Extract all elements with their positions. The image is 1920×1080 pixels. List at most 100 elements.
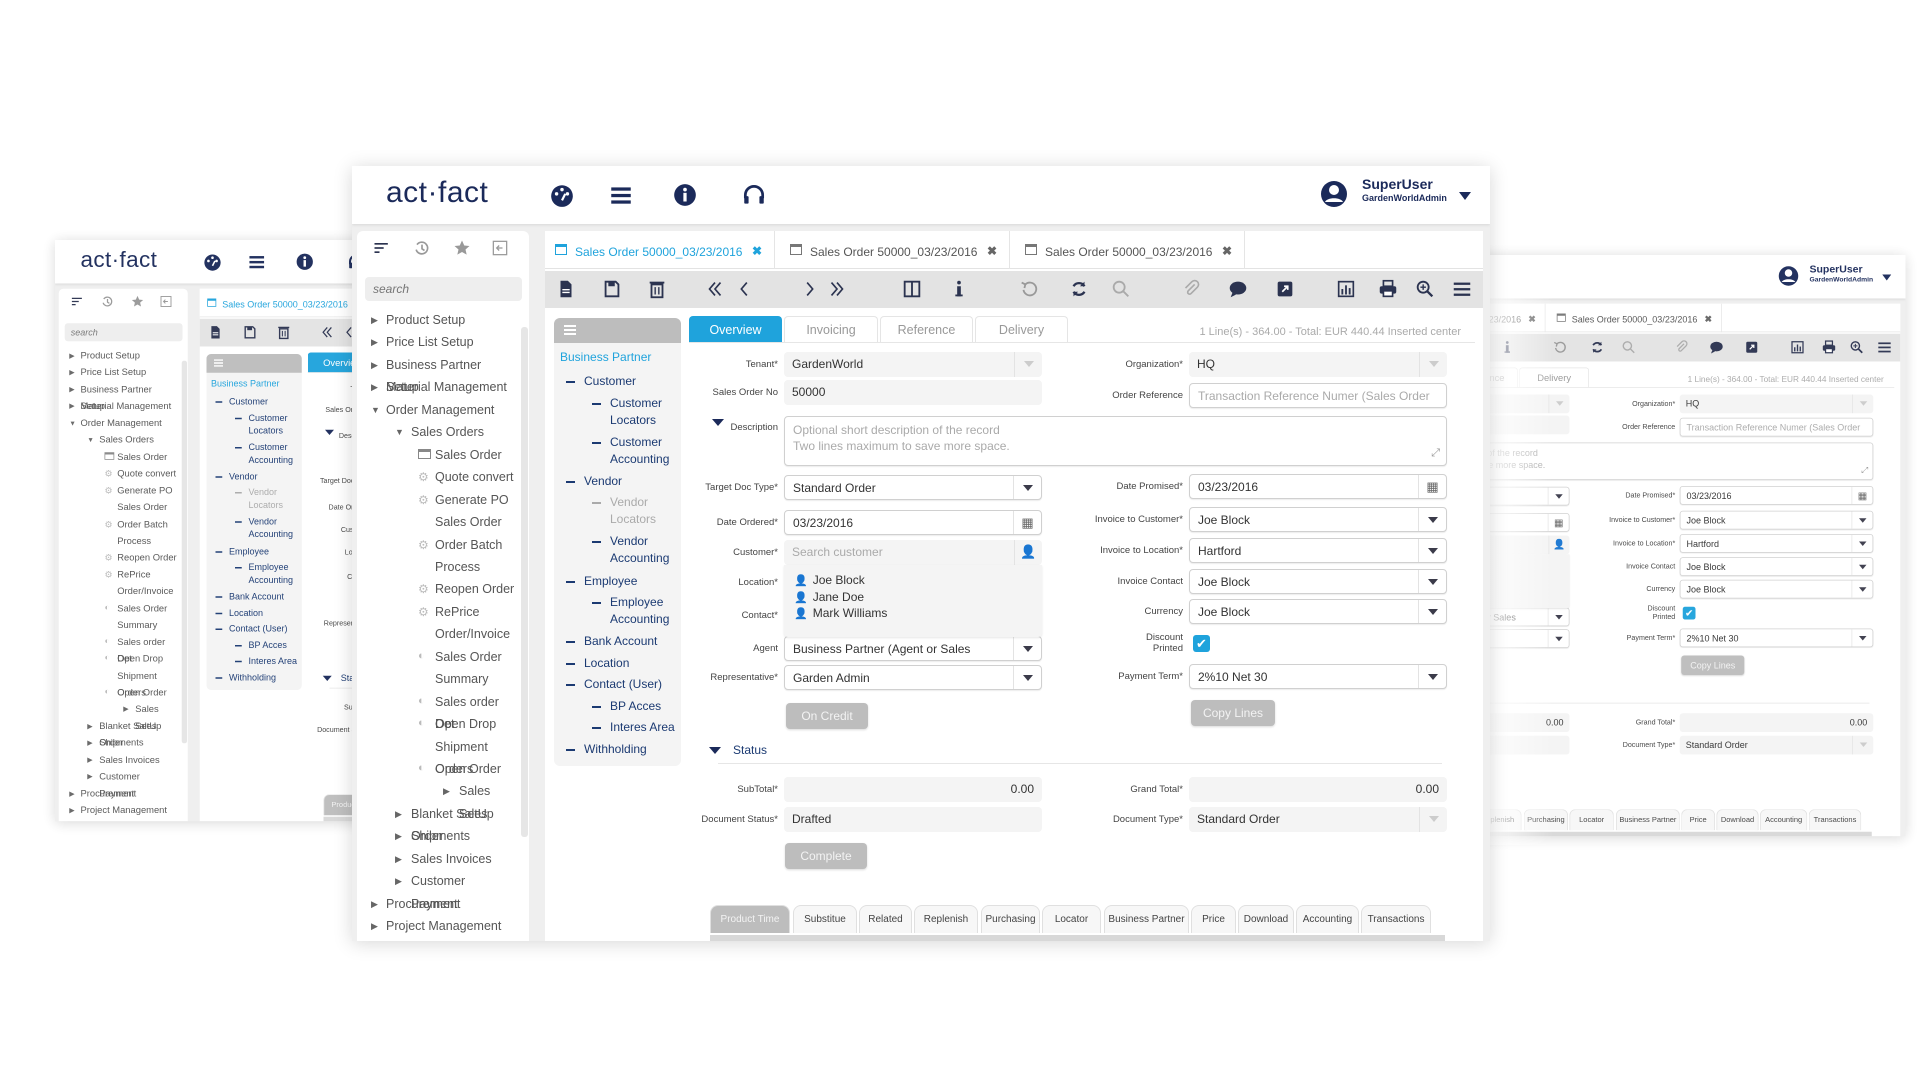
star-icon[interactable] (452, 238, 472, 258)
more-menu-icon[interactable] (1451, 278, 1473, 300)
organization-field[interactable]: HQ (1189, 352, 1447, 377)
invoice-contact-field[interactable]: Joe Block (1189, 569, 1447, 594)
grand-total-field[interactable]: 0.00 (1189, 777, 1447, 802)
zoom-across-icon[interactable] (1274, 278, 1296, 300)
representative-field[interactable]: Garden Admin (784, 665, 1042, 690)
close-tab-icon[interactable]: ✖ (987, 244, 997, 258)
form-tab-overview[interactable]: Overview (689, 316, 782, 343)
customer-option[interactable]: 👤 Joe Block (794, 573, 865, 587)
expand-icon[interactable]: ⤢ (1431, 445, 1440, 461)
dropdown-arrow-icon[interactable] (1013, 666, 1041, 689)
bottom-tab-price[interactable]: Price (1191, 905, 1236, 933)
bottom-tab-product-time[interactable]: Product Time (710, 905, 790, 933)
bottom-tab-substitue[interactable]: Substitue (793, 905, 857, 933)
last-record-icon[interactable] (826, 278, 848, 300)
payment-term-field[interactable]: 2%10 Net 30 (1189, 664, 1447, 689)
date-promised-field[interactable]: 03/23/2016 ▦ (1189, 474, 1447, 499)
delete-icon[interactable] (646, 278, 668, 300)
tenant-field[interactable]: GardenWorld (784, 352, 1042, 377)
bottom-tab-purchasing[interactable]: Purchasing (981, 905, 1040, 933)
sales-order-no-field[interactable]: 50000 (784, 380, 1042, 405)
menu-icon[interactable] (608, 182, 634, 208)
target-doc-type-field[interactable]: Standard Order (784, 475, 1042, 500)
calendar-icon[interactable]: ▦ (1013, 511, 1041, 534)
history-icon[interactable] (412, 238, 432, 258)
chat-icon[interactable] (1227, 278, 1249, 300)
menu-search-input[interactable] (365, 277, 522, 301)
currency-field[interactable]: Joe Block (1189, 599, 1447, 624)
close-tab-icon[interactable]: ✖ (1222, 244, 1232, 258)
report-icon[interactable] (1335, 278, 1357, 300)
dropdown-arrow-icon[interactable] (1013, 476, 1041, 499)
headset-icon[interactable] (741, 182, 767, 208)
sidebar-scrollbar[interactable] (521, 327, 528, 837)
bottom-tab-accounting[interactable]: Accounting (1296, 905, 1359, 933)
window-tab-3[interactable]: Sales Order 50000_03/23/2016 ✖ (1015, 231, 1245, 269)
bp-tree-title[interactable]: Business Partner (560, 350, 651, 364)
customer-field[interactable]: Search customer 👤 (784, 540, 1042, 565)
document-type-field[interactable]: Standard Order (1189, 807, 1447, 832)
description-field[interactable]: Optional short description of the record… (784, 416, 1447, 466)
dropdown-arrow-icon[interactable] (1419, 807, 1447, 832)
close-tab-icon[interactable]: ✖ (752, 244, 762, 258)
bottom-tab-business-partner[interactable]: Business Partner (1104, 905, 1189, 933)
dropdown-arrow-icon[interactable] (1419, 352, 1447, 377)
agent-field[interactable]: Business Partner (Agent or Sales (784, 636, 1042, 661)
date-ordered-field[interactable]: 03/23/2016 ▦ (784, 510, 1042, 535)
document-status-field[interactable]: Drafted (784, 807, 1042, 832)
invoice-location-field[interactable]: Hartford (1189, 538, 1447, 563)
on-credit-button[interactable]: On Credit (786, 703, 868, 729)
bottom-tab-related[interactable]: Related (859, 905, 912, 933)
dropdown-arrow-icon[interactable] (1418, 508, 1446, 531)
dropdown-arrow-icon[interactable] (1418, 570, 1446, 593)
lookup-icon[interactable] (1414, 278, 1436, 300)
collapse-arrow-icon[interactable] (712, 419, 724, 426)
order-reference-field[interactable]: Transaction Reference Numer (Sales Order (1189, 383, 1447, 408)
collapse-arrow-icon[interactable] (709, 747, 721, 754)
split-view-icon[interactable] (901, 278, 923, 300)
complete-button[interactable]: Complete (785, 843, 867, 869)
info-icon[interactable] (672, 182, 698, 208)
dropdown-arrow-icon[interactable] (1418, 539, 1446, 562)
form-tab-invoicing[interactable]: Invoicing (784, 316, 878, 343)
attachment-icon[interactable] (1180, 278, 1202, 300)
bottom-tab-locator[interactable]: Locator (1042, 905, 1101, 933)
copy-lines-button[interactable]: Copy Lines (1191, 700, 1275, 726)
previous-record-icon[interactable] (734, 278, 756, 300)
form-tab-delivery[interactable]: Delivery (975, 316, 1068, 343)
refresh-icon[interactable] (1068, 278, 1090, 300)
calendar-icon[interactable]: ▦ (1418, 475, 1446, 498)
first-record-icon[interactable] (704, 278, 726, 300)
user-name[interactable]: SuperUser (1362, 176, 1433, 192)
new-record-icon[interactable] (555, 278, 577, 300)
next-record-icon[interactable] (798, 278, 820, 300)
dashboard-icon[interactable] (549, 182, 575, 208)
dropdown-arrow-icon[interactable] (1418, 665, 1446, 688)
user-avatar-icon[interactable] (1320, 180, 1348, 208)
dropdown-arrow-icon[interactable] (1013, 637, 1041, 660)
bottom-tab-download[interactable]: Download (1238, 905, 1294, 933)
window-tab-2[interactable]: Sales Order 50000_03/23/2016 ✖ (780, 231, 1010, 269)
bottom-tab-replenish[interactable]: Replenish (914, 905, 978, 933)
sort-icon[interactable] (372, 238, 392, 258)
customer-option[interactable]: 👤 Mark Williams (794, 606, 887, 620)
dropdown-arrow-icon[interactable] (1418, 600, 1446, 623)
bottom-tab-transactions[interactable]: Transactions (1361, 905, 1431, 933)
form-tab-reference[interactable]: Reference (880, 316, 973, 343)
search-icon[interactable] (1110, 278, 1132, 300)
info-icon[interactable] (948, 278, 970, 300)
user-menu-caret-icon[interactable] (1459, 192, 1471, 200)
subtotal-field[interactable]: 0.00 (784, 777, 1042, 802)
invoice-customer-field[interactable]: Joe Block (1189, 507, 1447, 532)
customer-option[interactable]: 👤 Jane Doe (794, 590, 864, 604)
status-section-title[interactable]: Status (733, 743, 767, 757)
collapse-icon[interactable] (490, 238, 510, 258)
document-type-value: Standard Order (1685, 739, 1748, 751)
undo-icon[interactable] (1018, 278, 1040, 300)
window-tab-1[interactable]: Sales Order 50000_03/23/2016 ✖ (545, 231, 775, 269)
print-icon[interactable] (1377, 278, 1399, 300)
save-icon[interactable] (601, 278, 623, 300)
dropdown-arrow-icon[interactable] (1014, 352, 1042, 377)
hamburger-icon[interactable] (564, 325, 576, 335)
discount-printed-checkbox[interactable]: ✔ (1193, 635, 1210, 652)
